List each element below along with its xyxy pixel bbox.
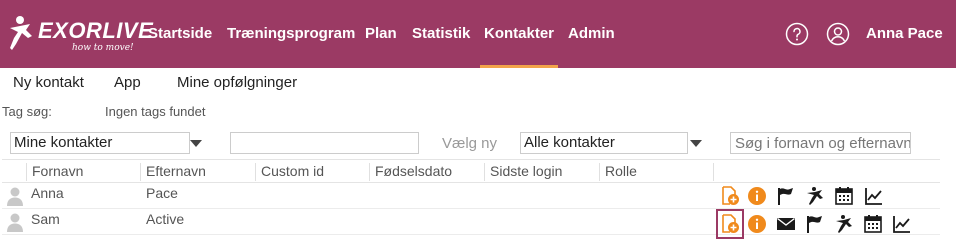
nav-statistik[interactable]: Statistik <box>412 0 470 68</box>
col-header-birthdate[interactable]: Fødselsdato <box>369 163 452 181</box>
logo-tagline: how to move! <box>72 43 134 53</box>
info-icon[interactable] <box>747 186 767 206</box>
mail-icon[interactable] <box>776 214 796 234</box>
add-program-icon[interactable] <box>716 209 744 239</box>
col-header-last-name[interactable]: Efternavn <box>140 163 206 181</box>
nav-admin[interactable]: Admin <box>568 0 615 68</box>
table-row[interactable]: Sam Active <box>2 209 940 235</box>
nav-startside[interactable]: Startside <box>148 0 212 68</box>
nav-plan[interactable]: Plan <box>365 0 397 68</box>
filter-input[interactable] <box>230 132 419 154</box>
col-header-first-name[interactable]: Fornavn <box>26 163 83 181</box>
user-circle-icon[interactable] <box>826 22 850 46</box>
exorlive-logo[interactable]: EXORLIVE how to move! <box>8 12 153 56</box>
question-circle-icon[interactable] <box>785 22 809 46</box>
col-header-custom-id[interactable]: Custom id <box>255 163 324 181</box>
contacts-select-chevron-down-icon[interactable] <box>190 140 202 147</box>
tag-search-label: Tag søg: <box>2 104 52 119</box>
cell-last-name: Pace <box>146 185 178 201</box>
choose-new-label: Vælg ny <box>442 135 498 152</box>
contacts-select[interactable]: Mine kontakter <box>10 132 190 154</box>
calendar-icon[interactable] <box>834 186 854 206</box>
user-name-menu[interactable]: Anna Pace <box>866 0 943 68</box>
col-header-role[interactable]: Rolle <box>599 163 637 181</box>
col-header-actions <box>713 163 719 181</box>
calendar-icon[interactable] <box>863 214 883 234</box>
logo-figure-icon <box>10 16 32 50</box>
info-icon[interactable] <box>747 214 767 234</box>
chart-icon[interactable] <box>864 186 884 206</box>
table-row[interactable]: Anna Pace <box>2 183 940 209</box>
new-contact-link[interactable]: Ny kontakt <box>13 74 84 91</box>
my-followups-link[interactable]: Mine opfølgninger <box>177 74 297 91</box>
avatar-placeholder-icon <box>7 213 23 232</box>
add-program-icon[interactable] <box>720 186 740 206</box>
name-search-input[interactable] <box>730 132 911 154</box>
flag-icon[interactable] <box>805 214 825 234</box>
nav-kontakter[interactable]: Kontakter <box>479 0 559 68</box>
cell-first-name: Anna <box>31 185 64 201</box>
avatar-placeholder-icon <box>7 187 23 206</box>
app-link[interactable]: App <box>114 74 141 91</box>
all-contacts-select-chevron-down-icon[interactable] <box>690 140 702 147</box>
cell-first-name: Sam <box>31 211 60 227</box>
logo-wordmark: EXORLIVE <box>38 18 154 43</box>
tag-search-value: Ingen tags fundet <box>105 104 206 119</box>
exercise-icon[interactable] <box>805 186 825 206</box>
chart-icon[interactable] <box>892 214 912 234</box>
col-header-last-login[interactable]: Sidste login <box>484 163 562 181</box>
flag-icon[interactable] <box>776 186 796 206</box>
cell-last-name: Active <box>146 211 185 227</box>
table-header: Fornavn Efternavn Custom id Fødselsdato … <box>2 159 940 183</box>
nav-traeningsprogram[interactable]: Træningsprogram <box>227 0 355 68</box>
exercise-icon[interactable] <box>834 214 854 234</box>
contacts-table: Fornavn Efternavn Custom id Fødselsdato … <box>2 159 940 239</box>
top-bar: EXORLIVE how to move! Startside Trænings… <box>0 0 956 68</box>
all-contacts-select[interactable]: Alle kontakter <box>520 132 688 154</box>
